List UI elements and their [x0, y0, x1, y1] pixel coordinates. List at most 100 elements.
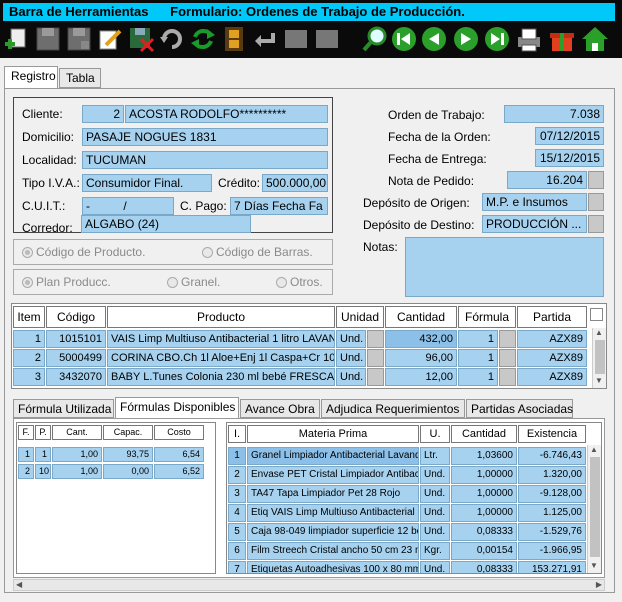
save-icon[interactable] [33, 24, 63, 54]
p-cell: 10 [35, 464, 51, 479]
tab-registro[interactable]: Registro [4, 66, 58, 88]
tab-partidas-asociadas[interactable]: Partidas Asociadas [466, 399, 573, 418]
col-p-header[interactable]: P. [35, 425, 51, 440]
scroll-up-icon[interactable]: ▲ [590, 445, 598, 454]
add-icon[interactable] [2, 24, 32, 54]
col-cant-header[interactable]: Cant. [52, 425, 102, 440]
existencia-cell: -9.128,00 [518, 485, 586, 503]
film-icon[interactable] [219, 24, 249, 54]
radio-codigo-barras[interactable] [202, 247, 213, 258]
unidad-lookup-button[interactable] [367, 368, 384, 386]
fecha-orden-field[interactable]: 07/12/2015 [535, 127, 604, 145]
items-scrollbar[interactable]: ▲ ▼ [592, 328, 606, 388]
gift-icon[interactable] [547, 24, 577, 54]
last-icon[interactable] [482, 24, 512, 54]
formulas-grid: F. P. Cant. Capac. Costo 1 1 1,00 93,75 … [16, 422, 216, 574]
formula-lookup-button[interactable] [499, 368, 516, 386]
scroll-down-icon[interactable]: ▼ [595, 376, 603, 385]
col-producto-header[interactable]: Producto [107, 306, 335, 328]
materia-cell: Envase PET Cristal Limpiador Antibac [247, 466, 419, 484]
cliente-name-field[interactable]: ACOSTA RODOLFO********** [125, 105, 328, 123]
edit-icon[interactable] [95, 24, 125, 54]
dep-origen-lookup-button[interactable] [588, 193, 604, 211]
tab-adjudica-requerimientos[interactable]: Adjudica Requerimientos [321, 399, 465, 418]
tab-formulas-disponibles[interactable]: Fórmulas Disponibles [115, 397, 239, 418]
scroll-down-icon[interactable]: ▼ [590, 561, 598, 570]
unidad-lookup-button[interactable] [367, 330, 384, 348]
cantidad-cell[interactable]: 432,00 [385, 330, 457, 348]
col-i-header[interactable]: I. [228, 425, 246, 443]
blank-icon[interactable] [312, 24, 342, 54]
print-icon[interactable] [514, 24, 544, 54]
col-codigo-header[interactable]: Código [46, 306, 106, 328]
scroll-up-icon[interactable]: ▲ [595, 328, 603, 337]
nota-field[interactable]: 16.204 [507, 171, 587, 189]
first-icon[interactable] [389, 24, 419, 54]
radio-granel[interactable] [167, 277, 178, 288]
orden-field[interactable]: 7.038 [504, 105, 604, 123]
unidad-lookup-button[interactable] [367, 349, 384, 367]
col-formula-header[interactable]: Fórmula [458, 306, 516, 328]
scroll-thumb[interactable] [590, 457, 600, 557]
credito-field[interactable]: 500.000,00 [262, 174, 328, 192]
scroll-thumb[interactable] [595, 340, 605, 374]
horizontal-scrollbar[interactable]: ◀ ▶ [13, 579, 605, 591]
tab-tabla[interactable]: Tabla [59, 68, 101, 88]
materia-cell: TA47 Tapa Limpiador Pet 28 Rojo [247, 485, 419, 503]
col-u-header[interactable]: U. [420, 425, 450, 443]
dep-destino-field[interactable]: PRODUCCIÓN ... [482, 215, 587, 233]
radio-otros[interactable] [276, 277, 287, 288]
cantidad-cell[interactable]: 12,00 [385, 368, 457, 386]
codigo-cell: 1015101 [46, 330, 106, 348]
col-item-header[interactable]: Item [13, 306, 45, 328]
undo-icon[interactable] [157, 24, 187, 54]
tab-formula-utilizada[interactable]: Fórmula Utilizada [13, 399, 114, 418]
dep-origen-field[interactable]: M.P. e Insumos [482, 193, 587, 211]
col-materia-header[interactable]: Materia Prima [247, 425, 419, 443]
col-existencia-header[interactable]: Existencia [518, 425, 586, 443]
home-icon[interactable] [580, 24, 610, 54]
cantidad-cell[interactable]: 96,00 [385, 349, 457, 367]
corredor-field[interactable]: ALGABO (24) [81, 215, 251, 233]
save-as-icon[interactable] [64, 24, 94, 54]
radio-plan-producc[interactable] [22, 277, 33, 288]
select-all-checkbox[interactable] [590, 308, 603, 321]
formula-lookup-button[interactable] [499, 330, 516, 348]
radio-codigo-producto[interactable] [22, 247, 33, 258]
cantidad-cell: 0,08333 [451, 561, 517, 573]
col-cantidad-header[interactable]: Cantidad [385, 306, 457, 328]
cpago-field[interactable]: 7 Días Fecha Fa [230, 197, 328, 215]
notas-field[interactable] [405, 237, 604, 297]
tab-avance-obra[interactable]: Avance Obra [240, 399, 320, 418]
back-arrow-icon[interactable] [250, 24, 280, 54]
col-f-header[interactable]: F. [18, 425, 34, 440]
col-capac-header[interactable]: Capac. [103, 425, 153, 440]
fecha-entrega-label: Fecha de Entrega: [388, 152, 487, 166]
next-icon[interactable] [451, 24, 481, 54]
fecha-entrega-field[interactable]: 15/12/2015 [535, 149, 604, 167]
col-costo-header[interactable]: Costo [154, 425, 204, 440]
cuit-field[interactable]: - / [82, 197, 174, 215]
formula-lookup-button[interactable] [499, 349, 516, 367]
blank-icon[interactable] [281, 24, 311, 54]
delete-icon[interactable] [126, 24, 156, 54]
nota-lookup-button[interactable] [588, 171, 604, 189]
scroll-left-icon[interactable]: ◀ [16, 580, 22, 589]
i-cell: 5 [228, 523, 246, 541]
refresh-icon[interactable] [188, 24, 218, 54]
col-cantidad-header[interactable]: Cantidad [451, 425, 517, 443]
col-unidad-header[interactable]: Unidad [336, 306, 384, 328]
costo-cell: 6,52 [154, 464, 204, 479]
col-partida-header[interactable]: Partida [517, 306, 587, 328]
domicilio-field[interactable]: PASAJE NOGUES 1831 [82, 128, 328, 146]
scroll-right-icon[interactable]: ▶ [596, 580, 602, 589]
localidad-field[interactable]: TUCUMAN [82, 151, 328, 169]
dep-destino-lookup-button[interactable] [588, 215, 604, 233]
window-title: Barra de Herramientas Formulario: Ordene… [3, 3, 615, 21]
u-cell: Und. [420, 504, 450, 522]
materias-scrollbar[interactable]: ▲ ▼ [587, 445, 601, 573]
search-icon[interactable] [360, 24, 390, 54]
previous-icon[interactable] [419, 24, 449, 54]
cliente-number-field[interactable]: 2 [82, 105, 124, 123]
iva-field[interactable]: Consumidor Final. [82, 174, 212, 192]
